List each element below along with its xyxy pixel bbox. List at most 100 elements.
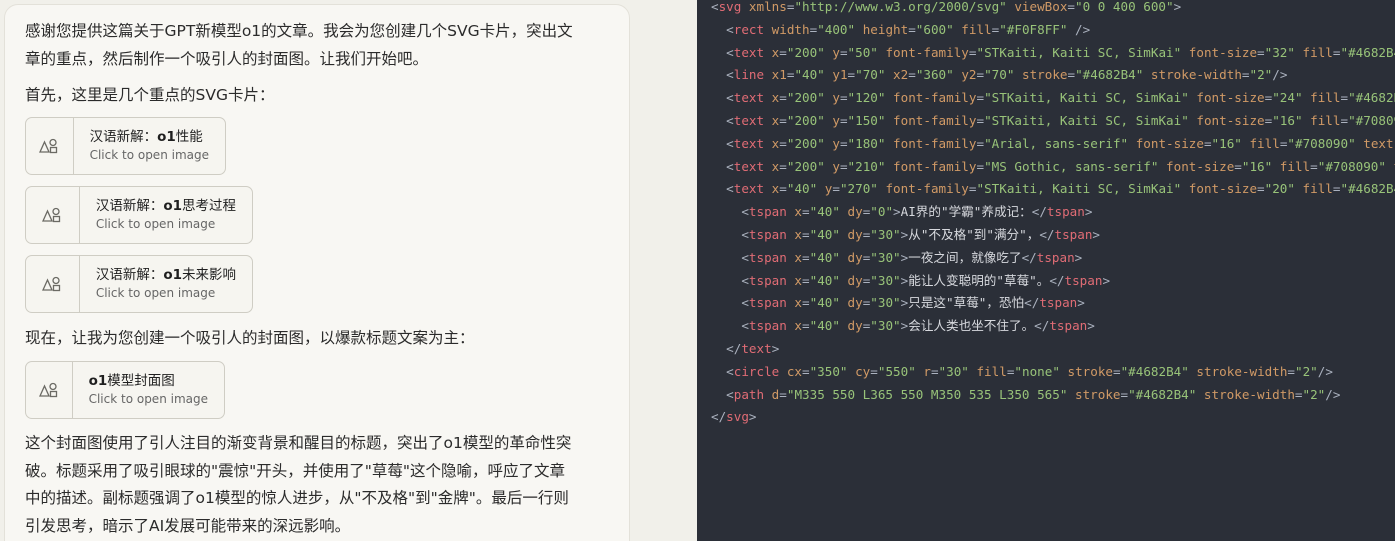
image-card-future[interactable]: 汉语新解：o1未来影响 Click to open image	[25, 255, 253, 313]
code-line: <tspan x="40" dy="30">一夜之间，就像吃了</tspan>	[711, 247, 1082, 270]
code-token: "#708090"	[1287, 135, 1356, 151]
code-token: y1	[824, 67, 848, 83]
code-token: >	[1092, 227, 1101, 242]
code-token: text	[733, 135, 765, 151]
code-token: d	[764, 386, 780, 402]
code-token: =	[839, 44, 848, 60]
cover-intro: 现在，让我为您创建一个吸引人的封面图，以爆款标题文案为主：	[25, 329, 475, 347]
code-token: </	[1039, 227, 1055, 242]
code-token: "32"	[1264, 44, 1295, 60]
code-token: "http://www.w3.org/2000/svg"	[794, 0, 1007, 14]
code-token: "40"	[794, 67, 825, 83]
code-token: font-size	[1128, 135, 1204, 151]
code-token: x	[786, 318, 803, 334]
cards-intro: 首先，这里是几个重点的SVG卡片：	[25, 86, 275, 104]
code-token: "200"	[786, 113, 825, 128]
code-token: "360"	[915, 67, 954, 83]
code-token: =	[908, 67, 916, 83]
outro-line-3: 中的描述。副标题强调了o1模型的惊人进步，从"不及格"到"金牌"。最后一行则	[25, 489, 569, 507]
code-token: "600"	[915, 21, 954, 37]
code-token: "40"	[809, 272, 840, 288]
code-token: x	[764, 135, 780, 151]
code-token: "#4682B4"	[1075, 67, 1144, 83]
code-token: tspan	[1049, 318, 1088, 334]
code-token: dy	[839, 318, 863, 334]
code-token: tspan	[1036, 249, 1075, 265]
code-token: =	[1257, 44, 1265, 60]
code-token: =	[779, 90, 787, 106]
code-token: "16"	[1241, 158, 1273, 174]
code-viewer[interactable]: <svg xmlns="http://www.w3.org/2000/svg" …	[697, 0, 1395, 541]
code-token: AI界的"学霸"养成记：	[900, 204, 1032, 220]
code-token: font-family	[877, 44, 969, 60]
card-subtitle: Click to open image	[89, 148, 209, 162]
code-token: "MS Gothic, sans-serif"	[984, 158, 1159, 174]
chat-pane: 感谢您提供这篇关于GPT新模型o1的文章。我会为您创建几个SVG卡片，突出文 章…	[0, 0, 697, 541]
code-token: "40"	[809, 227, 840, 242]
code-token: x2	[885, 67, 909, 83]
code-token: cx	[779, 363, 802, 379]
code-token: <	[711, 90, 734, 106]
code-token: =	[802, 249, 810, 265]
code-token: =	[1234, 158, 1242, 174]
code-token: text	[733, 44, 765, 60]
code-token: "150"	[847, 113, 886, 128]
code-token: >	[1077, 295, 1085, 311]
code-token: =	[976, 90, 985, 106]
code-token: fill	[1294, 44, 1333, 60]
code-token: />	[1067, 21, 1091, 37]
code-token: text	[733, 90, 765, 106]
code-token: </	[1021, 249, 1037, 265]
code-token: </	[1031, 204, 1047, 220]
code-token: <	[711, 204, 749, 220]
code-token: x	[764, 181, 780, 197]
code-token: </	[711, 409, 727, 425]
code-token: stroke	[1014, 67, 1068, 83]
code-token: "STKaiti, Kaiti SC, SimKai"	[984, 113, 1189, 128]
code-token: <	[711, 272, 749, 288]
code-token: dy	[839, 249, 863, 265]
code-line: <text x="200" y="210" font-family="MS Go…	[711, 156, 1395, 179]
code-line: <tspan x="40" dy="0">AI界的"学霸"养成记：</tspan…	[711, 201, 1092, 224]
code-token: "30"	[870, 318, 901, 334]
code-token: text	[733, 158, 765, 174]
code-token: "50"	[847, 44, 878, 60]
code-token: =	[839, 113, 848, 128]
code-token: rect	[733, 21, 765, 37]
card-subtitle: Click to open image	[95, 286, 216, 300]
code-token: font-size	[1188, 90, 1265, 106]
image-icon	[26, 256, 80, 312]
outro-line-4: 引发思考，暗示了AI发展可能带来的深远影响。	[25, 516, 351, 535]
code-token: 会让人类也坐不住了。	[908, 318, 1035, 334]
image-card-thinking[interactable]: 汉语新解：o1思考过程 Click to open image	[25, 186, 253, 244]
code-token: =	[1120, 386, 1129, 402]
code-token: "#4682B4"	[1340, 181, 1395, 197]
code-token: "#708090"	[1317, 158, 1386, 174]
code-token: font-size	[1158, 158, 1235, 174]
code-token: tspan	[1054, 227, 1093, 242]
image-card-performance[interactable]: 汉语新解：o1性能 Click to open image	[25, 117, 226, 175]
code-token: "30"	[938, 363, 969, 379]
code-token: cy	[847, 363, 871, 379]
code-token: </	[711, 341, 742, 356]
card-title: 汉语新解：o1思考过程	[95, 198, 236, 214]
outro-line-1: 这个封面图使用了引人注目的渐变背景和醒目的标题，突出了o1模型的革命性突	[25, 434, 572, 452]
image-icon	[26, 362, 73, 418]
intro-line-1: 感谢您提供这篇关于GPT新模型o1的文章。我会为您创建几个SVG卡片，突出文	[25, 22, 573, 40]
code-token: tspan	[748, 227, 787, 242]
code-token: x	[786, 249, 803, 265]
code-token: "2"	[1295, 363, 1318, 379]
code-token: "STKaiti, Kaiti SC, SimKai"	[976, 44, 1182, 60]
card-title: 汉语新解：o1性能	[89, 129, 203, 145]
code-token: "0"	[870, 204, 894, 220]
code-token: =	[802, 227, 810, 242]
code-token: x	[786, 272, 803, 288]
code-line: </svg>	[711, 406, 757, 429]
code-token: "2"	[1249, 67, 1273, 83]
code-token: "70"	[855, 67, 886, 83]
code-token: "180"	[847, 135, 886, 151]
code-token: stroke-width	[1143, 67, 1242, 83]
image-card-cover[interactable]: o1模型封面图 Click to open image	[25, 361, 225, 419]
code-token: />	[1325, 386, 1341, 402]
code-token: fill	[1272, 158, 1311, 174]
